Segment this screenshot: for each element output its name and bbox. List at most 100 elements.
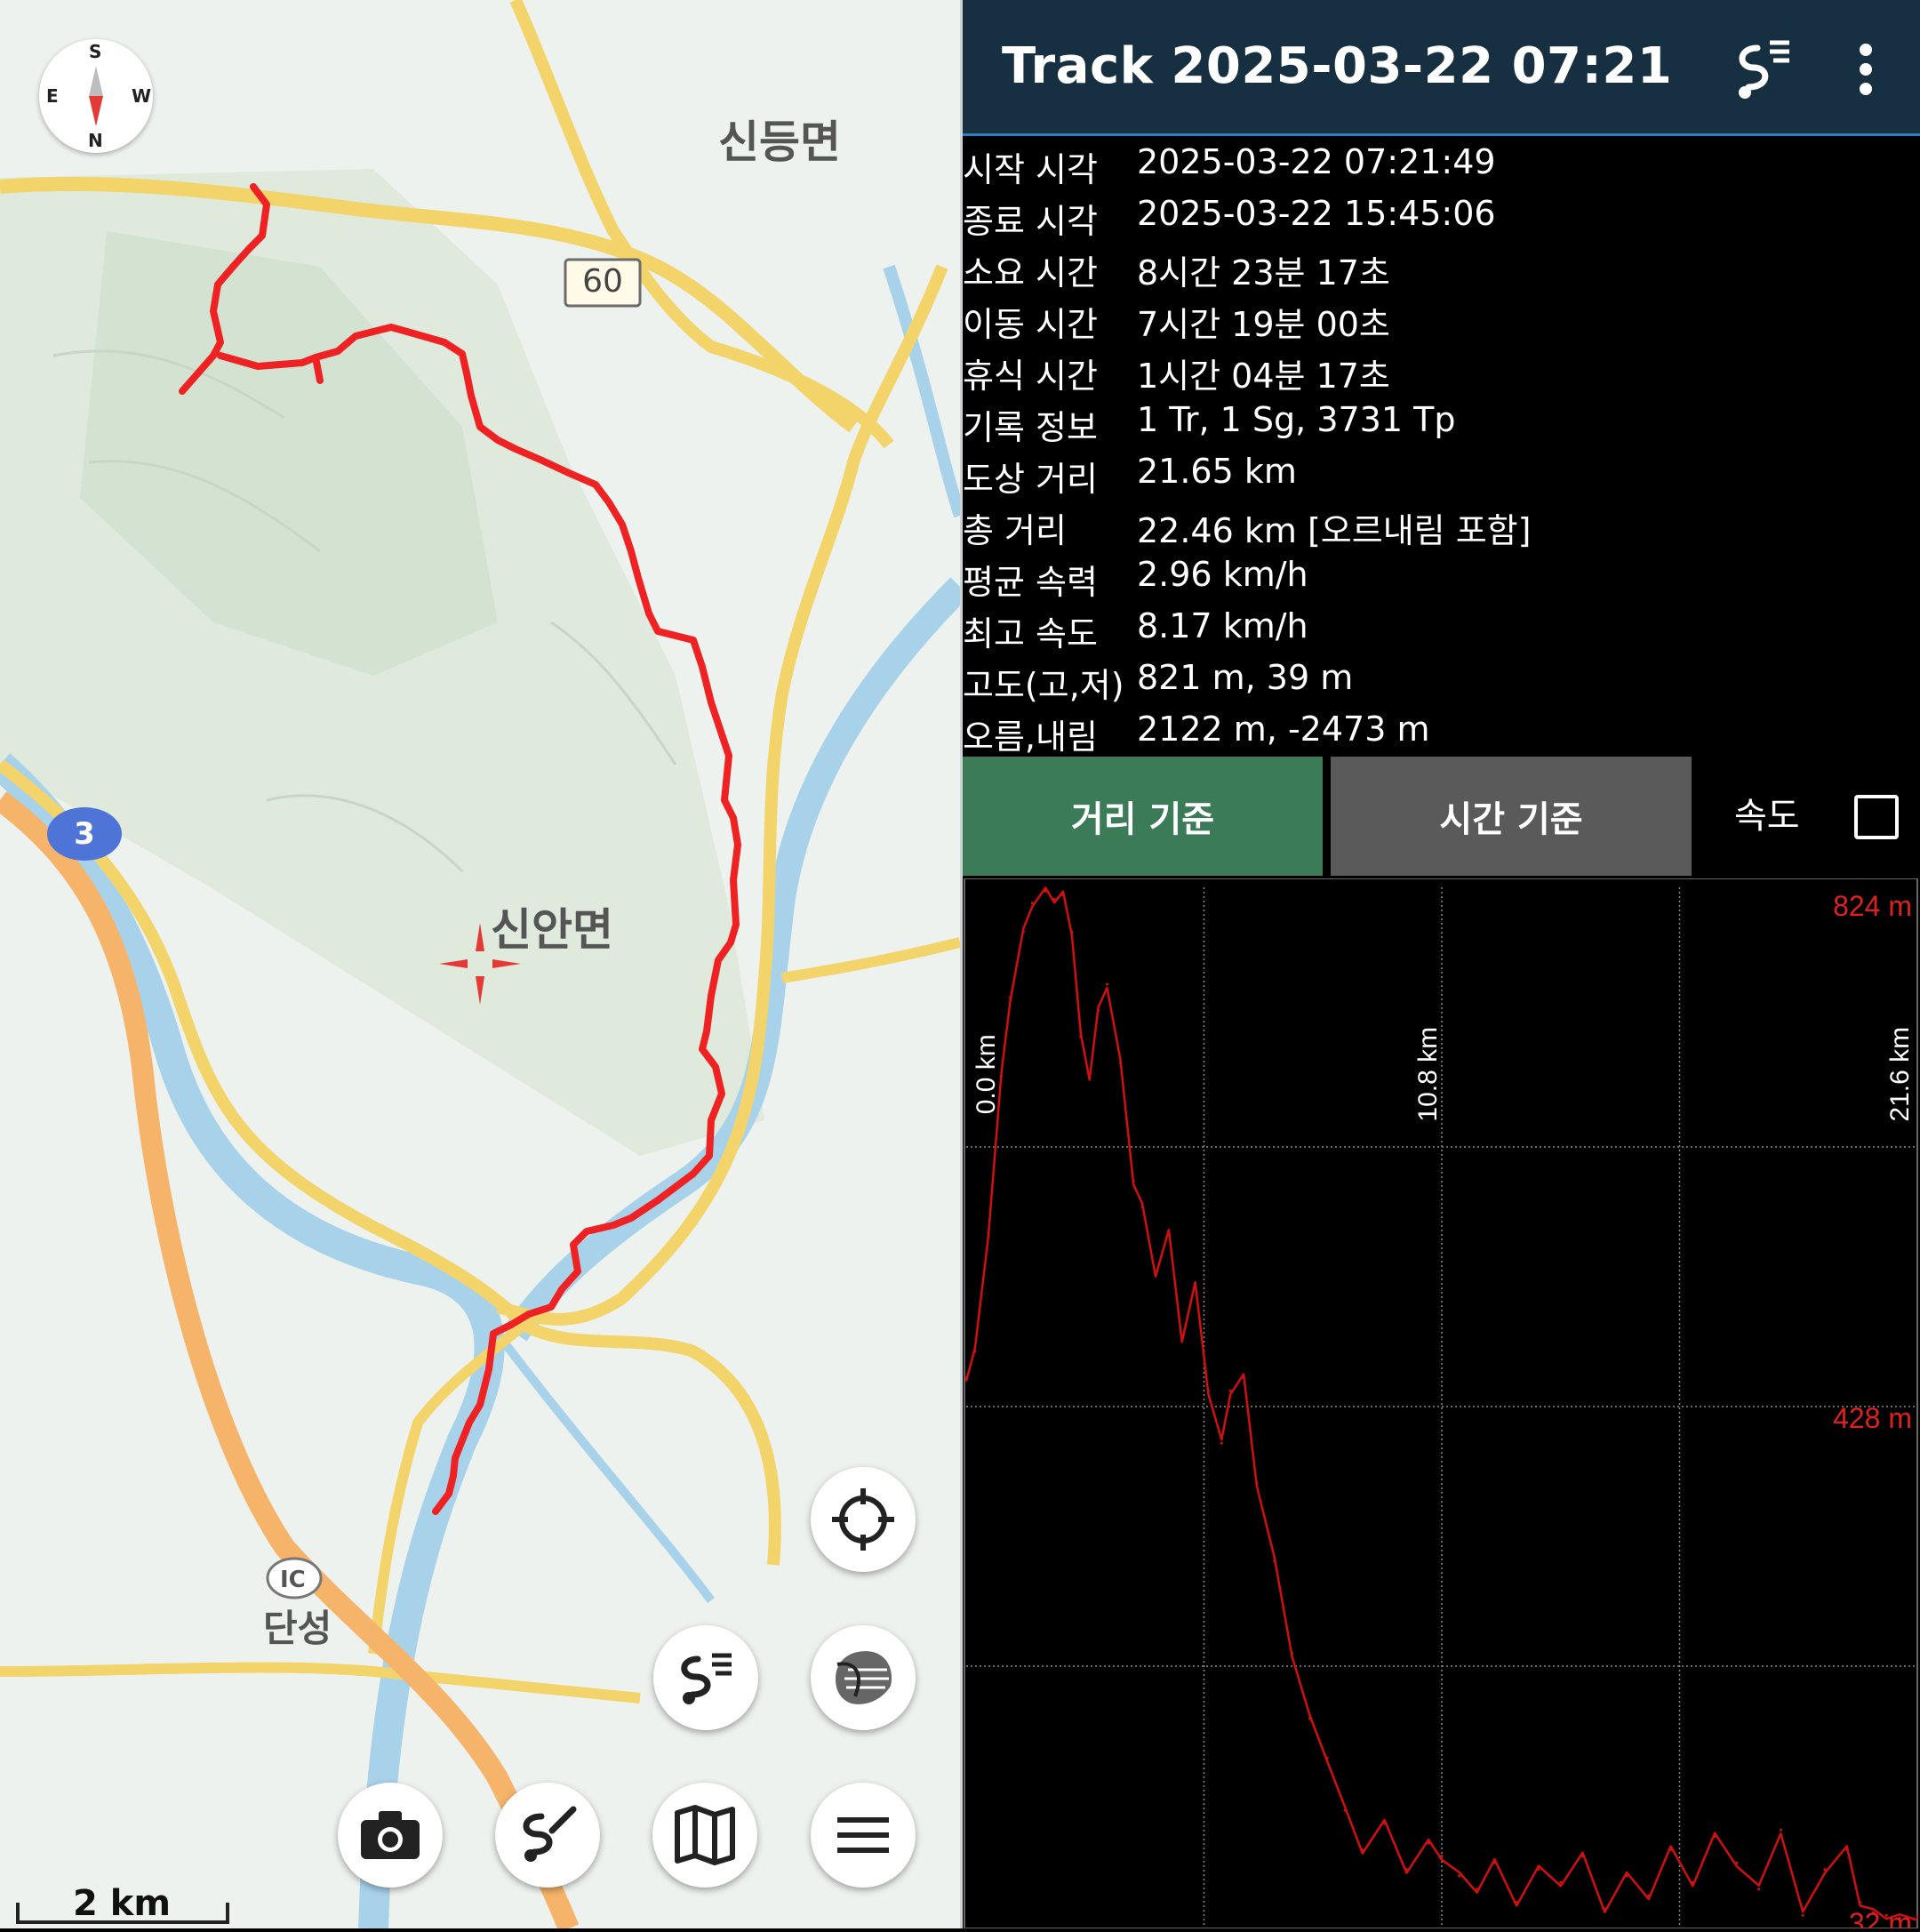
track-list-button[interactable] bbox=[653, 1625, 758, 1730]
stat-label: 종료 시각 bbox=[963, 202, 1098, 241]
x-tick-label: 10.8 km bbox=[1413, 1027, 1443, 1122]
map-label-sinan: 신안면 bbox=[491, 904, 613, 956]
track-options-button[interactable] bbox=[1727, 34, 1798, 105]
compass-s: S bbox=[89, 41, 102, 62]
track-list-icon bbox=[1739, 40, 1789, 99]
elevation-point bbox=[1132, 1179, 1135, 1182]
elevation-point bbox=[1559, 1880, 1563, 1884]
elevation-point bbox=[1044, 889, 1047, 893]
elevation-point bbox=[964, 1376, 968, 1380]
camera-button[interactable] bbox=[338, 1783, 443, 1888]
stat-value: 1시간 04분 17초 bbox=[1137, 357, 1390, 396]
elevation-point bbox=[1220, 1441, 1223, 1445]
elevation-point bbox=[1845, 1848, 1849, 1851]
elevation-point bbox=[1427, 1841, 1430, 1845]
elevation-point bbox=[1669, 1848, 1673, 1851]
more-vert-icon bbox=[1860, 44, 1872, 95]
stat-label: 도상 거리 bbox=[963, 460, 1098, 499]
road-badge-60: 60 bbox=[582, 263, 623, 300]
elevation-point bbox=[1228, 1389, 1232, 1392]
stat-value: 2025-03-22 15:45:06 bbox=[1137, 194, 1496, 233]
elevation-point bbox=[1167, 1231, 1171, 1235]
elevation-point bbox=[1154, 1271, 1157, 1275]
elevation-point bbox=[1070, 930, 1074, 934]
elevation-point bbox=[1603, 1907, 1606, 1911]
app-bar: Track 2025-03-22 07:21 bbox=[963, 0, 1920, 136]
y-tick-label: 824 m bbox=[1833, 890, 1912, 922]
elevation-point bbox=[1140, 1206, 1144, 1209]
stat-label: 오름,내림 bbox=[963, 717, 1098, 757]
elevation-point bbox=[1823, 1868, 1827, 1872]
x-tick-label: 21.6 km bbox=[1885, 1027, 1915, 1122]
stat-value: 21.65 km bbox=[1137, 452, 1297, 491]
elevation-point bbox=[1079, 1035, 1083, 1038]
compass-n: N bbox=[88, 130, 103, 151]
camera-icon bbox=[361, 1811, 420, 1859]
elevation-point bbox=[1061, 894, 1065, 897]
elevation-point bbox=[1009, 996, 1012, 999]
track-list-icon bbox=[681, 1653, 732, 1704]
stat-value: 2122 m, -2473 m bbox=[1137, 709, 1430, 749]
elevation-point bbox=[973, 1350, 977, 1353]
speed-checkbox[interactable] bbox=[1854, 795, 1899, 839]
elevation-point bbox=[1207, 1389, 1210, 1392]
elevation-point bbox=[1916, 1915, 1919, 1919]
map-layer-button[interactable] bbox=[811, 1625, 916, 1730]
map-label-sindeung: 신등면 bbox=[718, 116, 841, 168]
distance-basis-button[interactable]: 거리 기준 bbox=[963, 757, 1323, 876]
elevation-point bbox=[1088, 1074, 1092, 1078]
map-base bbox=[0, 0, 960, 1928]
elevation-point bbox=[987, 1231, 990, 1235]
elevation-point bbox=[1325, 1756, 1329, 1760]
locate-button[interactable] bbox=[811, 1467, 916, 1572]
stat-label: 최고 속도 bbox=[963, 614, 1098, 653]
elevation-point bbox=[1021, 930, 1025, 934]
crosshair-icon bbox=[832, 1488, 894, 1551]
elevation-point bbox=[1030, 902, 1034, 905]
elevation-point bbox=[1106, 982, 1108, 986]
stat-label: 시작 시각 bbox=[963, 150, 1098, 189]
elevation-point bbox=[1097, 1009, 1100, 1013]
track-edit-icon bbox=[523, 1806, 577, 1862]
overflow-menu-button[interactable] bbox=[1830, 34, 1901, 105]
hamburger-icon bbox=[837, 1817, 889, 1853]
map-select-button[interactable] bbox=[652, 1783, 757, 1888]
time-basis-button[interactable]: 시간 기준 bbox=[1331, 757, 1692, 876]
compass[interactable]: S N E W bbox=[39, 39, 153, 153]
y-tick-label: 32 m bbox=[1849, 1907, 1912, 1928]
stat-value: 8.17 km/h bbox=[1137, 606, 1308, 645]
elevation-point bbox=[1308, 1717, 1311, 1720]
stat-value: 7시간 19분 00초 bbox=[1137, 305, 1390, 344]
scale-label: 2 km bbox=[73, 1883, 172, 1924]
elevation-point bbox=[1291, 1651, 1294, 1655]
stat-value: 2025-03-22 07:21:49 bbox=[1137, 142, 1496, 181]
y-tick-label: 428 m bbox=[1833, 1402, 1912, 1434]
stat-value: 821 m, 39 m bbox=[1137, 658, 1354, 697]
elevation-point bbox=[1757, 1888, 1761, 1891]
elevation-point bbox=[1118, 1062, 1122, 1065]
map-label-danseong: 단성 bbox=[263, 1607, 332, 1650]
road-badge-3: 3 bbox=[74, 816, 95, 852]
track-edit-button[interactable] bbox=[495, 1783, 600, 1888]
stat-label: 고도(고,저) bbox=[963, 666, 1124, 705]
compass-e: E bbox=[46, 85, 59, 107]
map-layer-icon bbox=[836, 1651, 892, 1704]
elevation-point bbox=[1273, 1559, 1276, 1563]
elevation-point bbox=[1194, 1284, 1197, 1287]
compass-w: W bbox=[132, 85, 152, 107]
stat-label: 휴식 시간 bbox=[963, 357, 1098, 396]
elevation-chart-svg: 824 m 428 m 32 m 0.0 km 10.8 km 21.6 km bbox=[964, 878, 1919, 1932]
stat-label: 총 거리 bbox=[963, 511, 1067, 550]
elevation-point bbox=[1383, 1822, 1387, 1825]
elevation-point bbox=[1515, 1901, 1518, 1904]
elevation-point bbox=[1476, 1888, 1479, 1891]
elevation-point bbox=[1647, 1894, 1651, 1897]
elevation-point bbox=[1440, 1855, 1444, 1858]
elevation-chart[interactable]: 824 m 428 m 32 m 0.0 km 10.8 km 21.6 km bbox=[963, 878, 1920, 1932]
elevation-point bbox=[1458, 1874, 1461, 1878]
map-label-ic: IC bbox=[280, 1567, 306, 1593]
stat-value: 22.46 km [오르내림 포함] bbox=[1137, 511, 1532, 550]
map-view[interactable]: 신등면 신안면 단성 IC 60 3 2 km S N E W bbox=[0, 0, 960, 1928]
main-menu-button[interactable] bbox=[811, 1783, 916, 1888]
stat-label: 소요 시간 bbox=[963, 253, 1098, 293]
